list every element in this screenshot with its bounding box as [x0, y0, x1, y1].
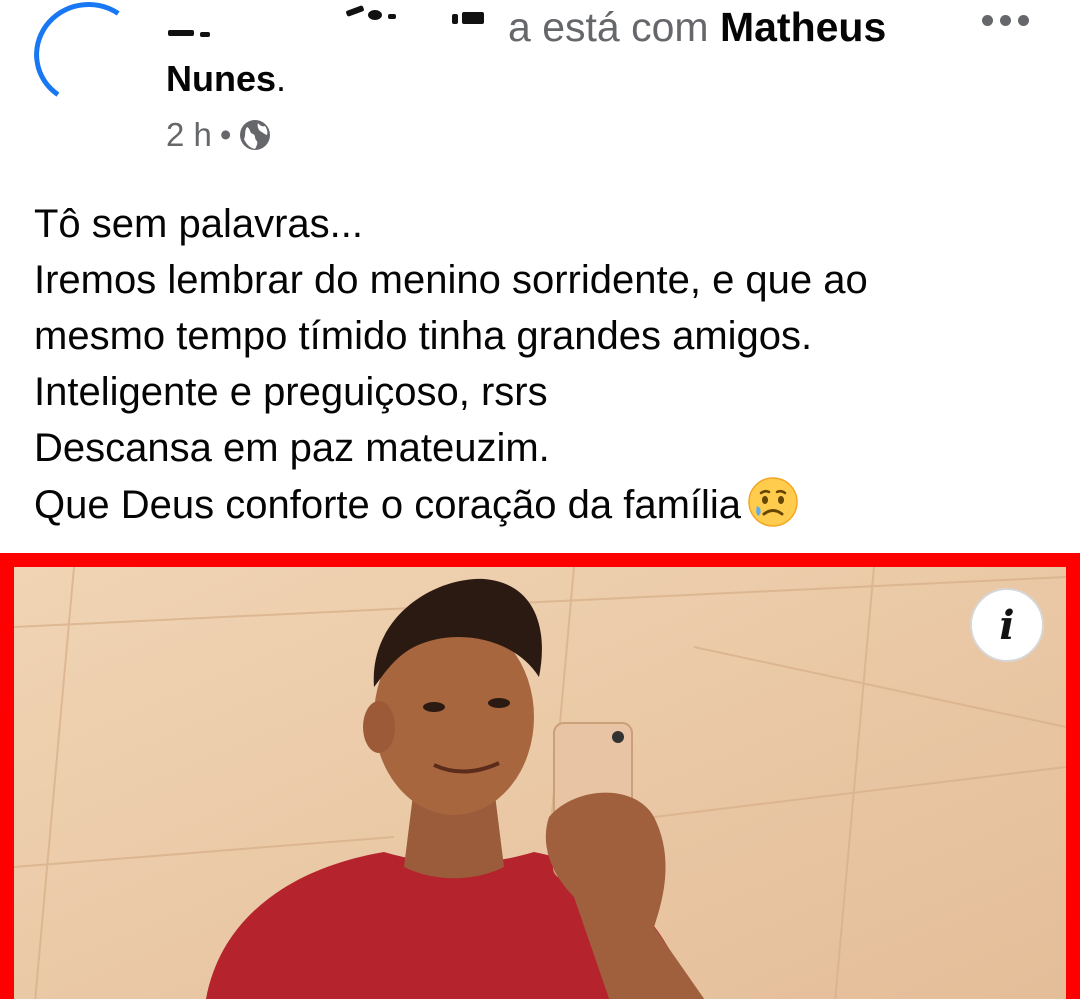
with-text: está com — [542, 4, 709, 50]
post-line: Que Deus conforte o coração da família — [34, 483, 742, 527]
post-line: mesmo tempo tímido tinha grandes amigos. — [34, 314, 813, 358]
post-photo[interactable] — [0, 553, 1080, 999]
tagged-suffix: . — [276, 58, 287, 99]
post-line-last: Que Deus conforte o coração da família — [34, 476, 1054, 533]
meta-separator: • — [219, 116, 232, 153]
sad-but-relieved-face-icon — [747, 476, 799, 528]
globe-icon[interactable] — [239, 119, 271, 151]
info-button[interactable]: i — [970, 588, 1044, 662]
post-line: Inteligente e preguiçoso, rsrs — [34, 370, 548, 414]
post-text: Tô sem palavras... Iremos lembrar do men… — [34, 196, 1054, 533]
post-time[interactable]: 2 h — [166, 116, 212, 154]
tagged-name-line2[interactable]: Nunes — [166, 58, 276, 99]
tagged-name-line1[interactable]: Matheus — [720, 4, 886, 50]
post-line: Iremos lembrar do menino sorridente, e q… — [34, 258, 868, 302]
author-visible-fragment: a — [508, 4, 531, 50]
post-line: Descansa em paz mateuzim. — [34, 426, 550, 470]
post-line: Tô sem palavras... — [34, 202, 364, 246]
avatar[interactable] — [25, 0, 151, 115]
more-options-icon[interactable] — [982, 8, 1030, 32]
post-meta: 2 h • — [166, 112, 271, 158]
author-name-scribble — [166, 0, 506, 44]
tagged-name-line2-row: Nunes. — [166, 54, 286, 104]
